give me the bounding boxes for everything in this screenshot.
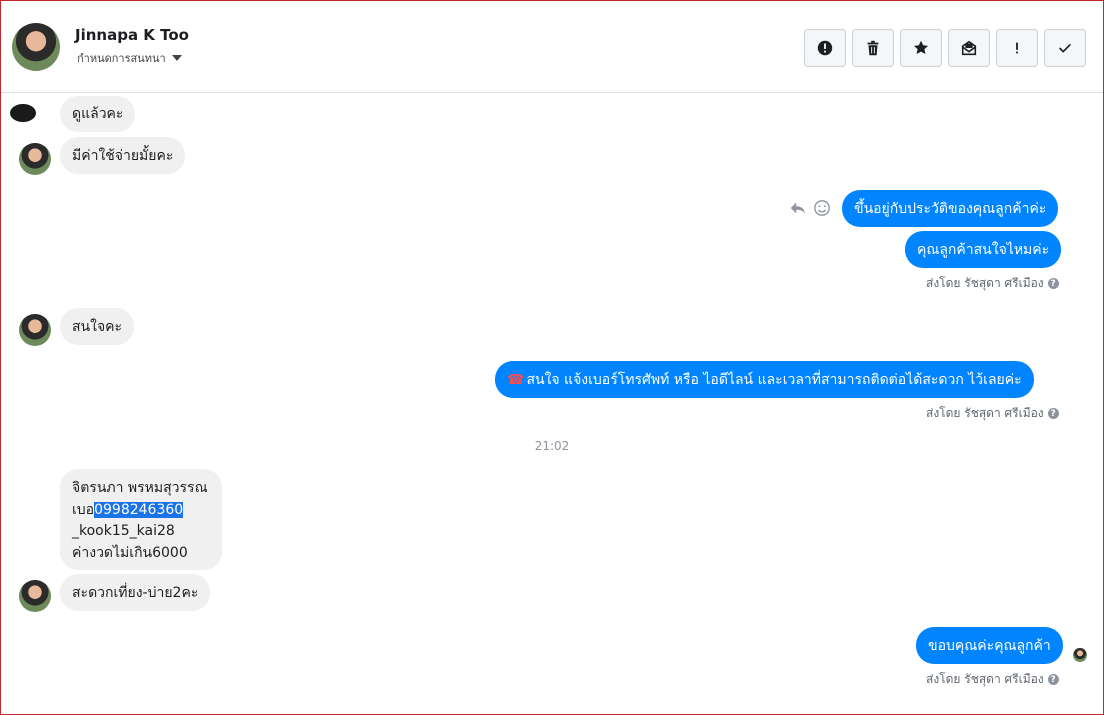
seen-avatar: [1073, 648, 1087, 662]
timestamp: 21:02: [534, 439, 570, 453]
contact-avatar[interactable]: [12, 23, 60, 71]
reply-icon[interactable]: [789, 199, 807, 217]
sent-by-text: ส่งโดย รัชสุดา ศรีเมือง: [926, 406, 1044, 420]
trash-icon: [867, 40, 879, 56]
conversation-header: Jinnapa K Too กำหนดการสนทนา: [0, 0, 1104, 93]
incoming-message[interactable]: สนใจคะ: [60, 308, 135, 345]
outgoing-message[interactable]: ☎ สนใจ แจ้งเบอร์โทรศัพท์ หรือ ไอดีไลน์ แ…: [495, 361, 1034, 398]
sent-by-text: ส่งโดย รัชสุดา ศรีเมือง: [926, 276, 1044, 290]
done-button[interactable]: [1044, 29, 1086, 67]
message-line: จิตรนภา พรหมสุวรรณ: [72, 480, 208, 496]
incoming-message[interactable]: จิตรนภา พรหมสุวรรณ เบอ0998246360 _kook15…: [60, 469, 222, 570]
delete-button[interactable]: [852, 29, 894, 67]
assign-conversation-dropdown[interactable]: กำหนดการสนทนา: [77, 49, 182, 67]
incoming-message[interactable]: มีค่าใช้จ่ายมั้ยคะ: [60, 137, 186, 174]
star-icon: [913, 40, 929, 55]
react-emoji-icon[interactable]: [813, 199, 831, 217]
help-icon[interactable]: ?: [1047, 278, 1059, 289]
assign-label: กำหนดการสนทนา: [77, 52, 166, 65]
incoming-message[interactable]: สะดวกเที่ยง-บ่าย2คะ: [60, 574, 211, 611]
message-line-prefix: เบอ: [72, 501, 95, 518]
page-logo-avatar: [10, 104, 36, 122]
message-line: _kook15_kai28: [72, 523, 175, 539]
sent-by-label: ส่งโดย รัชสุดา ศรีเมือง ?: [926, 274, 1059, 293]
envelope-open-icon: [961, 40, 977, 56]
message-line: ค่างวดไม่เกิน6000: [72, 544, 188, 561]
help-icon[interactable]: ?: [1047, 408, 1059, 419]
sent-by-label: ส่งโดย รัชสุดา ศรีเมือง ?: [926, 404, 1059, 423]
mark-unread-button[interactable]: [948, 29, 990, 67]
incoming-message[interactable]: ดูแล้วคะ: [60, 96, 136, 132]
sent-by-text: ส่งโดย รัชสุดา ศรีเมือง: [926, 672, 1044, 686]
outgoing-message[interactable]: ขอบคุณค่ะคุณลูกค้า: [916, 627, 1063, 664]
contact-avatar-small[interactable]: [19, 314, 51, 346]
star-button[interactable]: [900, 29, 942, 67]
contact-avatar-small[interactable]: [19, 580, 51, 612]
exclamation-circle-icon: [817, 40, 833, 56]
check-icon: [1059, 43, 1071, 53]
spam-button[interactable]: [996, 29, 1038, 67]
outgoing-message[interactable]: ขึ้นอยู่กับประวัติของคุณลูกค้าค่ะ: [842, 190, 1059, 227]
contact-avatar-small[interactable]: [19, 143, 51, 175]
caret-down-icon: [171, 55, 182, 61]
message-text: สนใจ แจ้งเบอร์โทรศัพท์ หรือ ไอดีไลน์ และ…: [526, 371, 1022, 388]
exclamation-icon: [1016, 42, 1018, 54]
message-line: เบอ0998246360: [72, 500, 210, 522]
outgoing-message[interactable]: คุณลูกค้าสนใจไหมค่ะ: [905, 231, 1062, 268]
phone-emoji-icon: ☎: [507, 371, 525, 388]
help-icon[interactable]: ?: [1047, 674, 1059, 685]
sent-by-label: ส่งโดย รัชสุดา ศรีเมือง ?: [926, 670, 1059, 689]
report-button[interactable]: [804, 29, 846, 67]
contact-name[interactable]: Jinnapa K Too: [75, 26, 189, 44]
phone-number-selected[interactable]: 0998246360: [94, 501, 184, 518]
